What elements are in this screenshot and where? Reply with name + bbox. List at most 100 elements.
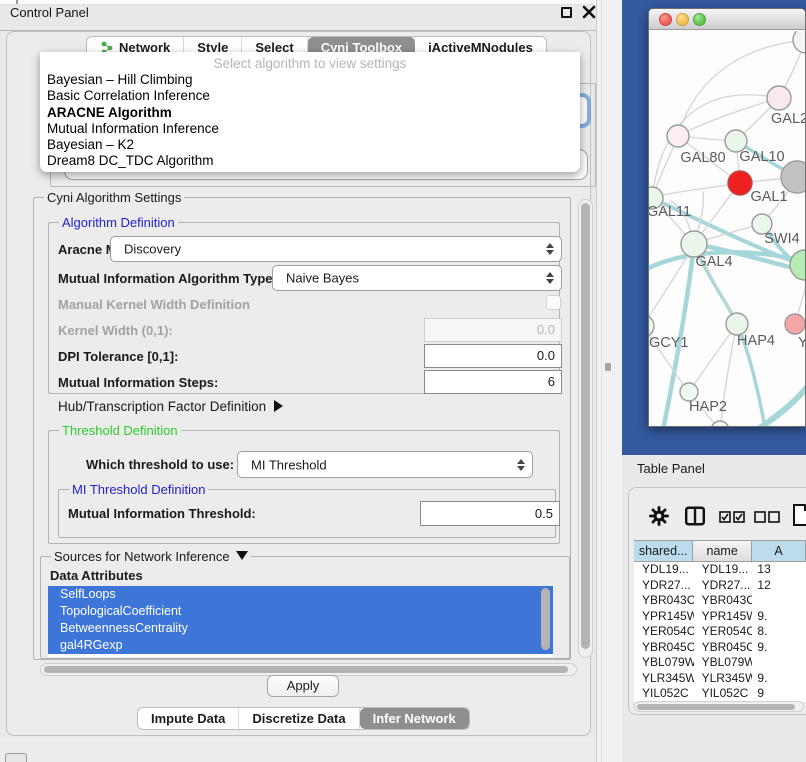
which-threshold-label: Which threshold to use: <box>86 457 234 472</box>
network-canvas[interactable]: GAL2GAL80GAL10GAL1GAL11SWI4GAL4GCY1HAP4Y… <box>649 31 806 427</box>
table-hscrollbar[interactable] <box>634 701 804 712</box>
tab-infer-label: Infer Network <box>373 708 456 729</box>
attribute-item[interactable]: gal4RGexp <box>48 637 553 654</box>
attribute-item[interactable]: BetweennessCentrality <box>48 620 553 637</box>
hub-definition-label: Hub/Transcription Factor Definition <box>58 399 266 414</box>
table-header-row: shared...nameA <box>634 540 806 562</box>
table-row[interactable]: YER054CYER054C8. <box>634 624 806 640</box>
table-row[interactable]: YDR27...YDR27...12 <box>634 578 806 594</box>
manual-kernel-width-label: Manual Kernel Width Definition <box>58 297 250 312</box>
table-settings-gear-icon[interactable] <box>648 505 670 527</box>
algorithm-dropdown-placeholder: Select algorithm to view settings <box>40 52 580 72</box>
algorithm-option[interactable]: ARACNE Algorithm <box>40 105 580 121</box>
partial-button[interactable] <box>5 753 27 762</box>
aracne-mode-combobox[interactable]: Discovery <box>110 236 562 262</box>
vscroll-thumb[interactable] <box>581 203 590 649</box>
float-window-icon[interactable] <box>561 7 572 18</box>
table-cell: YBR045C <box>634 640 694 656</box>
table-row[interactable]: YLR345WYLR345W9. <box>634 671 806 687</box>
node-label: GAL4 <box>695 254 732 270</box>
threshold-definition-title: Threshold Definition <box>59 423 181 438</box>
table-row[interactable]: YBR043CYBR043C <box>634 593 806 609</box>
mi-algorithm-type-value: Naive Bayes <box>286 271 359 286</box>
attribute-item[interactable]: TopologicalCoefficient <box>48 603 553 620</box>
tab-discretize-data[interactable]: Discretize Data <box>239 708 359 729</box>
top-tick <box>16 0 18 4</box>
tab-impute-data[interactable]: Impute Data <box>138 708 239 729</box>
table-hscroll-thumb[interactable] <box>637 704 795 711</box>
algorithm-option[interactable]: Bayesian – K2 <box>40 137 580 153</box>
sources-title: Sources for Network Inference <box>51 549 251 564</box>
split-divider[interactable] <box>596 0 622 762</box>
table-column-header[interactable]: A <box>752 541 806 561</box>
network-edge-highlighted <box>745 382 806 427</box>
algorithm-option[interactable]: Mutual Information Inference <box>40 121 580 137</box>
network-edge <box>652 183 740 198</box>
table-row[interactable]: YIL052CYIL052C9 <box>634 686 806 702</box>
combo-arrows-icon <box>546 243 554 255</box>
table-row[interactable]: YPR145WYPR145W9. <box>634 609 806 625</box>
sources-title-text: Sources for Network Inference <box>54 549 230 564</box>
settings-vscrollbar[interactable] <box>578 199 593 658</box>
table-cell: YBL079W <box>634 655 694 671</box>
network-node[interactable] <box>728 171 752 195</box>
network-window-titlebar[interactable] <box>649 9 805 30</box>
hscroll-thumb[interactable] <box>44 666 568 673</box>
dpi-tolerance-field[interactable]: 0.0 <box>424 344 562 368</box>
table-row[interactable]: YDL19...YDL19...13 <box>634 562 806 578</box>
select-all-checkboxes-icon[interactable] <box>719 511 745 523</box>
close-icon[interactable] <box>582 5 596 19</box>
table-cell: YER054C <box>634 624 694 640</box>
hub-definition-expander[interactable]: Hub/Transcription Factor Definition <box>58 399 283 414</box>
table-panel-title: Table Panel <box>637 461 705 476</box>
table-cell: YBR045C <box>694 640 753 656</box>
data-attributes-label: Data Attributes <box>50 568 143 583</box>
tab-infer-network[interactable]: Infer Network <box>360 708 469 729</box>
table-cell: YIL052C <box>634 686 694 702</box>
algorithm-option[interactable]: Dream8 DC_TDC Algorithm <box>40 153 580 169</box>
table-column-header[interactable]: name <box>693 541 752 561</box>
mi-threshold-label: Mutual Information Threshold: <box>68 506 256 521</box>
mi-algorithm-type-combobox[interactable]: Naive Bayes <box>272 265 562 291</box>
table-cell <box>752 593 806 609</box>
node-label: GAL1 <box>750 189 787 205</box>
table-row[interactable]: YBR045CYBR045C9. <box>634 640 806 656</box>
node-label: HAP4 <box>737 333 775 349</box>
table-cell: YBL079W <box>694 655 753 671</box>
network-node[interactable] <box>767 86 791 110</box>
list-scrollbar[interactable] <box>541 588 550 650</box>
mi-threshold-field[interactable]: 0.5 <box>420 501 560 526</box>
kernel-width-field[interactable]: 0.0 <box>424 318 562 342</box>
combo-arrows-icon <box>517 459 525 471</box>
attribute-item[interactable]: SelfLoops <box>48 586 553 603</box>
mi-steps-field[interactable]: 6 <box>424 370 562 394</box>
network-node[interactable] <box>649 315 654 337</box>
network-node[interactable] <box>790 250 806 280</box>
document-icon[interactable] <box>792 503 806 527</box>
data-attributes-list[interactable]: SelfLoopsTopologicalCoefficientBetweenne… <box>48 586 553 657</box>
table-column-header[interactable]: shared... <box>634 541 693 561</box>
divider-handle[interactable] <box>605 363 611 371</box>
table-row[interactable]: YBL079WYBL079W <box>634 655 806 671</box>
table-columns-icon[interactable] <box>684 505 706 527</box>
manual-kernel-width-checkbox[interactable] <box>546 295 561 310</box>
network-node[interactable] <box>667 125 689 147</box>
close-traffic-light-icon[interactable] <box>659 13 672 26</box>
bottom-strip <box>0 737 596 762</box>
which-threshold-combobox[interactable]: MI Threshold <box>237 451 533 478</box>
network-node[interactable] <box>785 314 805 334</box>
deselect-all-checkboxes-icon[interactable] <box>754 511 780 523</box>
zoom-traffic-light-icon[interactable] <box>693 13 706 26</box>
algorithm-option[interactable]: Basic Correlation Inference <box>40 88 580 104</box>
network-node[interactable] <box>793 31 806 53</box>
network-node[interactable] <box>726 313 748 335</box>
collapse-arrow-icon[interactable] <box>236 551 248 560</box>
aracne-mode-value: Discovery <box>124 242 181 257</box>
minimize-traffic-light-icon[interactable] <box>676 13 689 26</box>
algorithm-option[interactable]: Bayesian – Hill Climbing <box>40 72 580 88</box>
mi-steps-label: Mutual Information Steps: <box>58 375 218 390</box>
cyni-settings-title: Cyni Algorithm Settings <box>44 190 184 205</box>
network-window[interactable]: GAL2GAL80GAL10GAL1GAL11SWI4GAL4GCY1HAP4Y… <box>648 8 806 427</box>
apply-button[interactable]: Apply <box>267 675 339 697</box>
network-edge <box>652 95 779 198</box>
